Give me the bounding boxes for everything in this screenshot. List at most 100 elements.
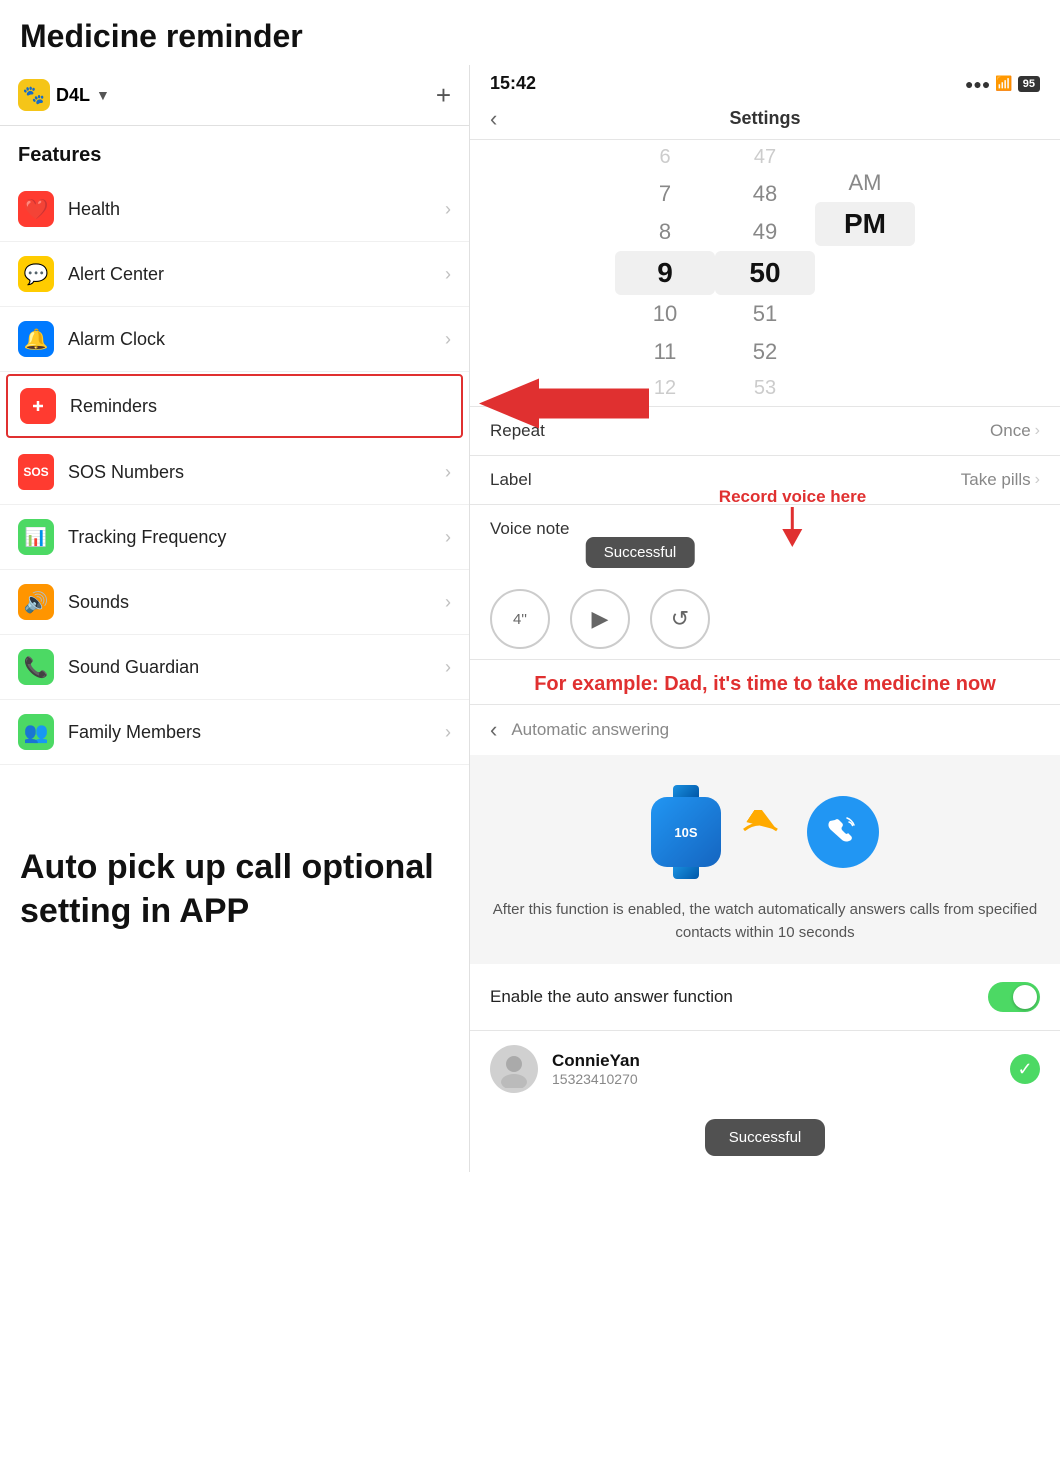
- watch-body: 10S: [651, 797, 721, 867]
- voice-play-button[interactable]: ▶: [570, 589, 630, 649]
- minute-picker[interactable]: 47 48 49 50 51 52 53: [715, 140, 815, 406]
- period-empty4: [815, 258, 915, 270]
- min-51: 51: [715, 295, 815, 333]
- watch-band-top: [673, 785, 699, 797]
- voice-duration: 4'': [490, 589, 550, 649]
- chevron-right-icon: ›: [445, 462, 451, 483]
- features-label: Features: [0, 126, 469, 177]
- min-52: 52: [715, 333, 815, 371]
- auto-back-button[interactable]: ‹: [490, 717, 497, 743]
- watch-label: 10S: [674, 825, 697, 840]
- chevron-right-icon: ›: [445, 592, 451, 613]
- watch-container: 10S: [651, 785, 721, 879]
- sos-label: SOS Numbers: [68, 462, 184, 483]
- voice-note-controls: Record voice here 4'' Successful ▶ ↺: [490, 539, 1040, 649]
- alert-icon: 💬: [18, 256, 54, 292]
- repeat-value: Once: [990, 421, 1031, 441]
- sidebar-item-alert[interactable]: 💬 Alert Center ›: [0, 242, 469, 307]
- hour-picker[interactable]: 6 7 8 9 10 11 12: [615, 140, 715, 406]
- sidebar-item-family[interactable]: 👥 Family Members ›: [0, 700, 469, 765]
- left-panel: 🐾 D4L ▼ + Features ❤️ Health › 💬: [0, 65, 470, 1172]
- family-icon: 👥: [18, 714, 54, 750]
- min-48: 48: [715, 175, 815, 213]
- period-empty1: [815, 140, 915, 152]
- voice-replay-button[interactable]: ↺: [650, 589, 710, 649]
- chevron-right-icon: ›: [445, 329, 451, 350]
- sidebar-item-sos[interactable]: SOS SOS Numbers ›: [0, 440, 469, 505]
- contact-check-icon: ✓: [1010, 1054, 1040, 1084]
- sidebar-item-sounds[interactable]: 🔊 Sounds ›: [0, 570, 469, 635]
- reminders-label: Reminders: [70, 396, 157, 417]
- label-label: Label: [490, 470, 532, 490]
- contact-info: ConnieYan 15323410270: [552, 1051, 640, 1087]
- nav-bar: ‹ Settings: [470, 98, 1060, 140]
- tracking-icon: 📊: [18, 519, 54, 555]
- family-label: Family Members: [68, 722, 201, 743]
- chevron-right-icon: ›: [445, 722, 451, 743]
- illustration-icons: 10S: [651, 785, 879, 879]
- hour-6: 6: [615, 140, 715, 175]
- big-arrow-annotation: [449, 379, 649, 434]
- dropdown-icon: ▼: [96, 87, 110, 103]
- successful-tooltip-container: Successful: [470, 1107, 1060, 1172]
- sidebar-item-tracking[interactable]: 📊 Tracking Frequency ›: [0, 505, 469, 570]
- contact-name: ConnieYan: [552, 1051, 640, 1071]
- alarm-label: Alarm Clock: [68, 329, 165, 350]
- app-name: D4L: [56, 85, 90, 106]
- app-header: 🐾 D4L ▼ +: [0, 65, 469, 126]
- status-icons: ●●● 📶 95: [965, 75, 1040, 92]
- voice-note-section: Voice note Record voice here 4'' Success: [470, 505, 1060, 660]
- record-voice-text: Record voice here: [719, 487, 866, 506]
- health-icon: ❤️: [18, 191, 54, 227]
- sidebar-item-soundguardian[interactable]: 📞 Sound Guardian ›: [0, 635, 469, 700]
- back-button[interactable]: ‹: [490, 106, 497, 132]
- watch-band-bottom: [673, 867, 699, 879]
- auto-answer-toggle[interactable]: [988, 982, 1040, 1012]
- nav-title: Settings: [729, 108, 800, 129]
- label-value: Take pills: [961, 470, 1031, 490]
- bottom-left-text: Auto pick up call optional setting in AP…: [0, 765, 469, 953]
- auto-description: After this function is enabled, the watc…: [490, 899, 1040, 944]
- hour-8: 8: [615, 213, 715, 251]
- period-pm-selected: PM: [815, 202, 915, 246]
- battery-icon: 95: [1018, 76, 1040, 92]
- hour-7: 7: [615, 175, 715, 213]
- auto-nav-bar: ‹ Automatic answering: [470, 704, 1060, 755]
- hour-11: 11: [615, 333, 715, 371]
- signal-icon: ●●●: [965, 76, 990, 92]
- auto-nav-title: Automatic answering: [511, 720, 669, 740]
- time-picker: 6 7 8 9 10 11 12 47 48 49 50 51 52 53: [470, 140, 1060, 407]
- hour-9-selected: 9: [615, 251, 715, 295]
- contact-phone: 15323410270: [552, 1071, 640, 1087]
- sidebar-item-health[interactable]: ❤️ Health ›: [0, 177, 469, 242]
- chevron-right-icon: ›: [1035, 422, 1040, 440]
- period-am: AM: [815, 164, 915, 202]
- successful-tooltip: Successful: [705, 1119, 826, 1156]
- period-picker[interactable]: AM PM: [815, 140, 915, 406]
- app-logo: 🐾: [18, 79, 50, 111]
- phone-ringing-icon: [807, 796, 879, 868]
- period-empty5: [815, 270, 915, 282]
- right-panel: 15:42 ●●● 📶 95 ‹ Settings 6 7 8 9 10 11 …: [470, 65, 1060, 1172]
- auto-illustration: 10S: [470, 755, 1060, 964]
- voice-note-label: Voice note: [490, 519, 569, 538]
- health-label: Health: [68, 199, 120, 220]
- hour-10: 10: [615, 295, 715, 333]
- chevron-right-icon: ›: [445, 264, 451, 285]
- add-button[interactable]: +: [436, 80, 451, 111]
- alert-label: Alert Center: [68, 264, 164, 285]
- min-53: 53: [715, 371, 815, 406]
- sounds-icon: 🔊: [18, 584, 54, 620]
- toggle-thumb: [1013, 985, 1037, 1009]
- voice-tooltip: Successful: [586, 537, 695, 568]
- min-47: 47: [715, 140, 815, 175]
- app-header-left: 🐾 D4L ▼: [18, 79, 110, 111]
- sidebar-item-reminders[interactable]: Reminders: [6, 374, 463, 438]
- sidebar-item-alarm[interactable]: 🔔 Alarm Clock ›: [0, 307, 469, 372]
- page-title: Medicine reminder: [0, 0, 1060, 65]
- arrow-icon: [739, 810, 789, 855]
- reminders-icon: [20, 388, 56, 424]
- tracking-label: Tracking Frequency: [68, 527, 226, 548]
- record-voice-annotation: Record voice here: [719, 487, 866, 547]
- contact-row[interactable]: ConnieYan 15323410270 ✓: [470, 1031, 1060, 1107]
